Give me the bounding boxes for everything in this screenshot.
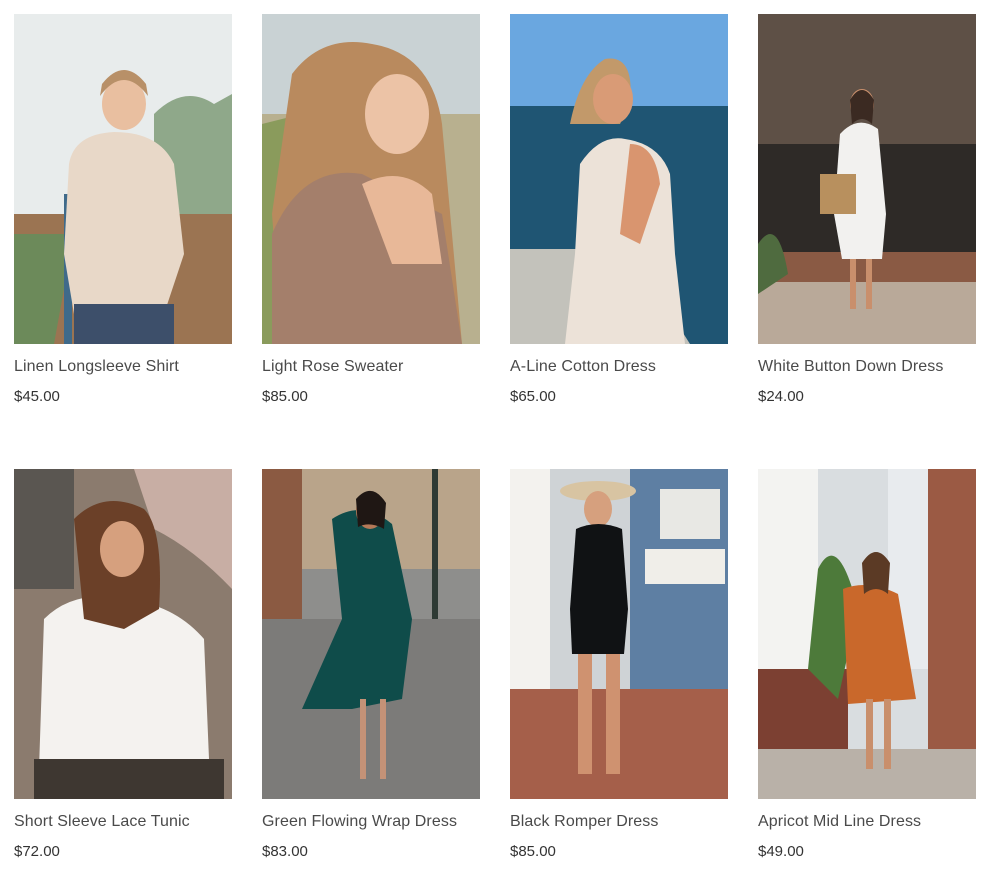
product-price: $49.00 (758, 843, 804, 860)
product-name[interactable]: A-Line Cotton Dress (510, 358, 656, 376)
product-name[interactable]: Black Romper Dress (510, 813, 659, 831)
product-name[interactable]: White Button Down Dress (758, 358, 943, 376)
product-image[interactable] (758, 14, 976, 344)
product-card[interactable]: A-Line Cotton Dress $65.00 (510, 14, 728, 405)
product-name[interactable]: Green Flowing Wrap Dress (262, 813, 457, 831)
product-card[interactable]: Green Flowing Wrap Dress $83.00 (262, 469, 480, 860)
product-grid: Linen Longsleeve Shirt $45.00 Light Rose… (0, 0, 990, 874)
product-image[interactable] (262, 14, 480, 344)
product-card[interactable]: White Button Down Dress $24.00 (758, 14, 976, 405)
product-image[interactable] (262, 469, 480, 799)
product-image[interactable] (14, 469, 232, 799)
product-image[interactable] (510, 14, 728, 344)
product-image[interactable] (510, 469, 728, 799)
product-name[interactable]: Apricot Mid Line Dress (758, 813, 921, 831)
product-card[interactable]: Black Romper Dress $85.00 (510, 469, 728, 860)
product-card[interactable]: Apricot Mid Line Dress $49.00 (758, 469, 976, 860)
product-image[interactable] (758, 469, 976, 799)
product-price: $65.00 (510, 388, 556, 405)
product-price: $85.00 (262, 388, 308, 405)
product-card[interactable]: Light Rose Sweater $85.00 (262, 14, 480, 405)
product-name[interactable]: Short Sleeve Lace Tunic (14, 813, 190, 831)
product-name[interactable]: Light Rose Sweater (262, 358, 403, 376)
product-name[interactable]: Linen Longsleeve Shirt (14, 358, 179, 376)
product-price: $45.00 (14, 388, 60, 405)
product-image[interactable] (14, 14, 232, 344)
product-price: $83.00 (262, 843, 308, 860)
product-price: $24.00 (758, 388, 804, 405)
product-card[interactable]: Linen Longsleeve Shirt $45.00 (14, 14, 232, 405)
product-card[interactable]: Short Sleeve Lace Tunic $72.00 (14, 469, 232, 860)
product-price: $85.00 (510, 843, 556, 860)
product-price: $72.00 (14, 843, 60, 860)
